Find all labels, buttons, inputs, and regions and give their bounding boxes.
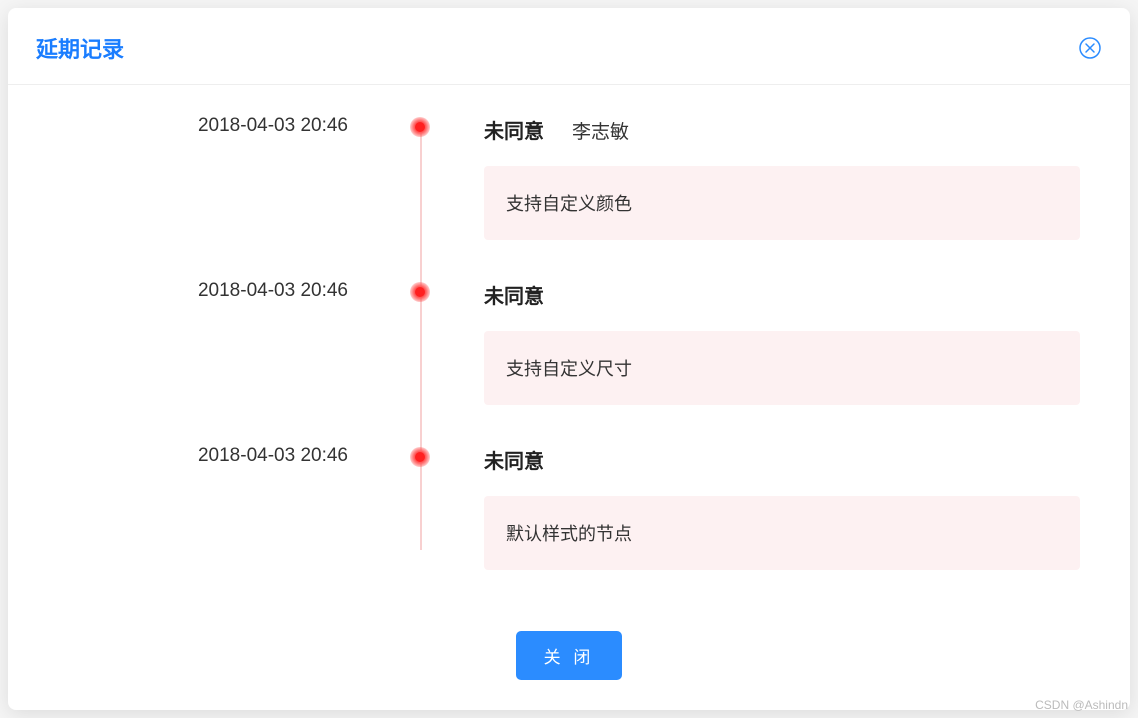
timeline-person: 李志敏 — [572, 117, 629, 144]
timeline-timestamp: 2018-04-03 20:46 — [38, 115, 388, 137]
timeline-item: 2018-04-03 20:46 未同意 默认样式的节点 — [428, 445, 1080, 607]
timeline-title-row: 未同意 — [484, 445, 1080, 474]
close-button[interactable]: 关 闭 — [516, 631, 623, 680]
watermark-text: CSDN @Ashindn — [1035, 698, 1128, 712]
timeline-content: 未同意 默认样式的节点 — [428, 445, 1080, 570]
timeline: 2018-04-03 20:46 未同意 李志敏 支持自定义颜色 2018-04… — [38, 115, 1080, 607]
timeline-status: 未同意 — [484, 280, 544, 309]
timeline-status: 未同意 — [484, 115, 544, 144]
timeline-dot-icon — [410, 117, 430, 137]
timeline-content: 未同意 李志敏 支持自定义颜色 — [428, 115, 1080, 240]
close-icon[interactable] — [1078, 36, 1102, 60]
timeline-timestamp: 2018-04-03 20:46 — [38, 280, 388, 302]
timeline-timestamp: 2018-04-03 20:46 — [38, 445, 388, 467]
timeline-status: 未同意 — [484, 445, 544, 474]
timeline-item: 2018-04-03 20:46 未同意 支持自定义尺寸 — [428, 280, 1080, 445]
timeline-scroll-area[interactable]: 2018-04-03 20:46 未同意 李志敏 支持自定义颜色 2018-04… — [38, 115, 1100, 607]
timeline-dot-icon — [410, 282, 430, 302]
modal-title: 延期记录 — [36, 32, 124, 64]
modal-footer: 关 闭 — [8, 607, 1130, 710]
timeline-title-row: 未同意 李志敏 — [484, 115, 1080, 144]
timeline-dot-icon — [410, 447, 430, 467]
modal-body: 2018-04-03 20:46 未同意 李志敏 支持自定义颜色 2018-04… — [8, 85, 1130, 607]
modal-header: 延期记录 — [8, 8, 1130, 85]
timeline-card: 支持自定义颜色 — [484, 166, 1080, 240]
timeline-item: 2018-04-03 20:46 未同意 李志敏 支持自定义颜色 — [428, 115, 1080, 280]
timeline-title-row: 未同意 — [484, 280, 1080, 309]
modal-dialog: 延期记录 2018-04-03 20:46 未同意 李志敏 支持 — [8, 8, 1130, 710]
timeline-card: 支持自定义尺寸 — [484, 331, 1080, 405]
timeline-card: 默认样式的节点 — [484, 496, 1080, 570]
timeline-content: 未同意 支持自定义尺寸 — [428, 280, 1080, 405]
